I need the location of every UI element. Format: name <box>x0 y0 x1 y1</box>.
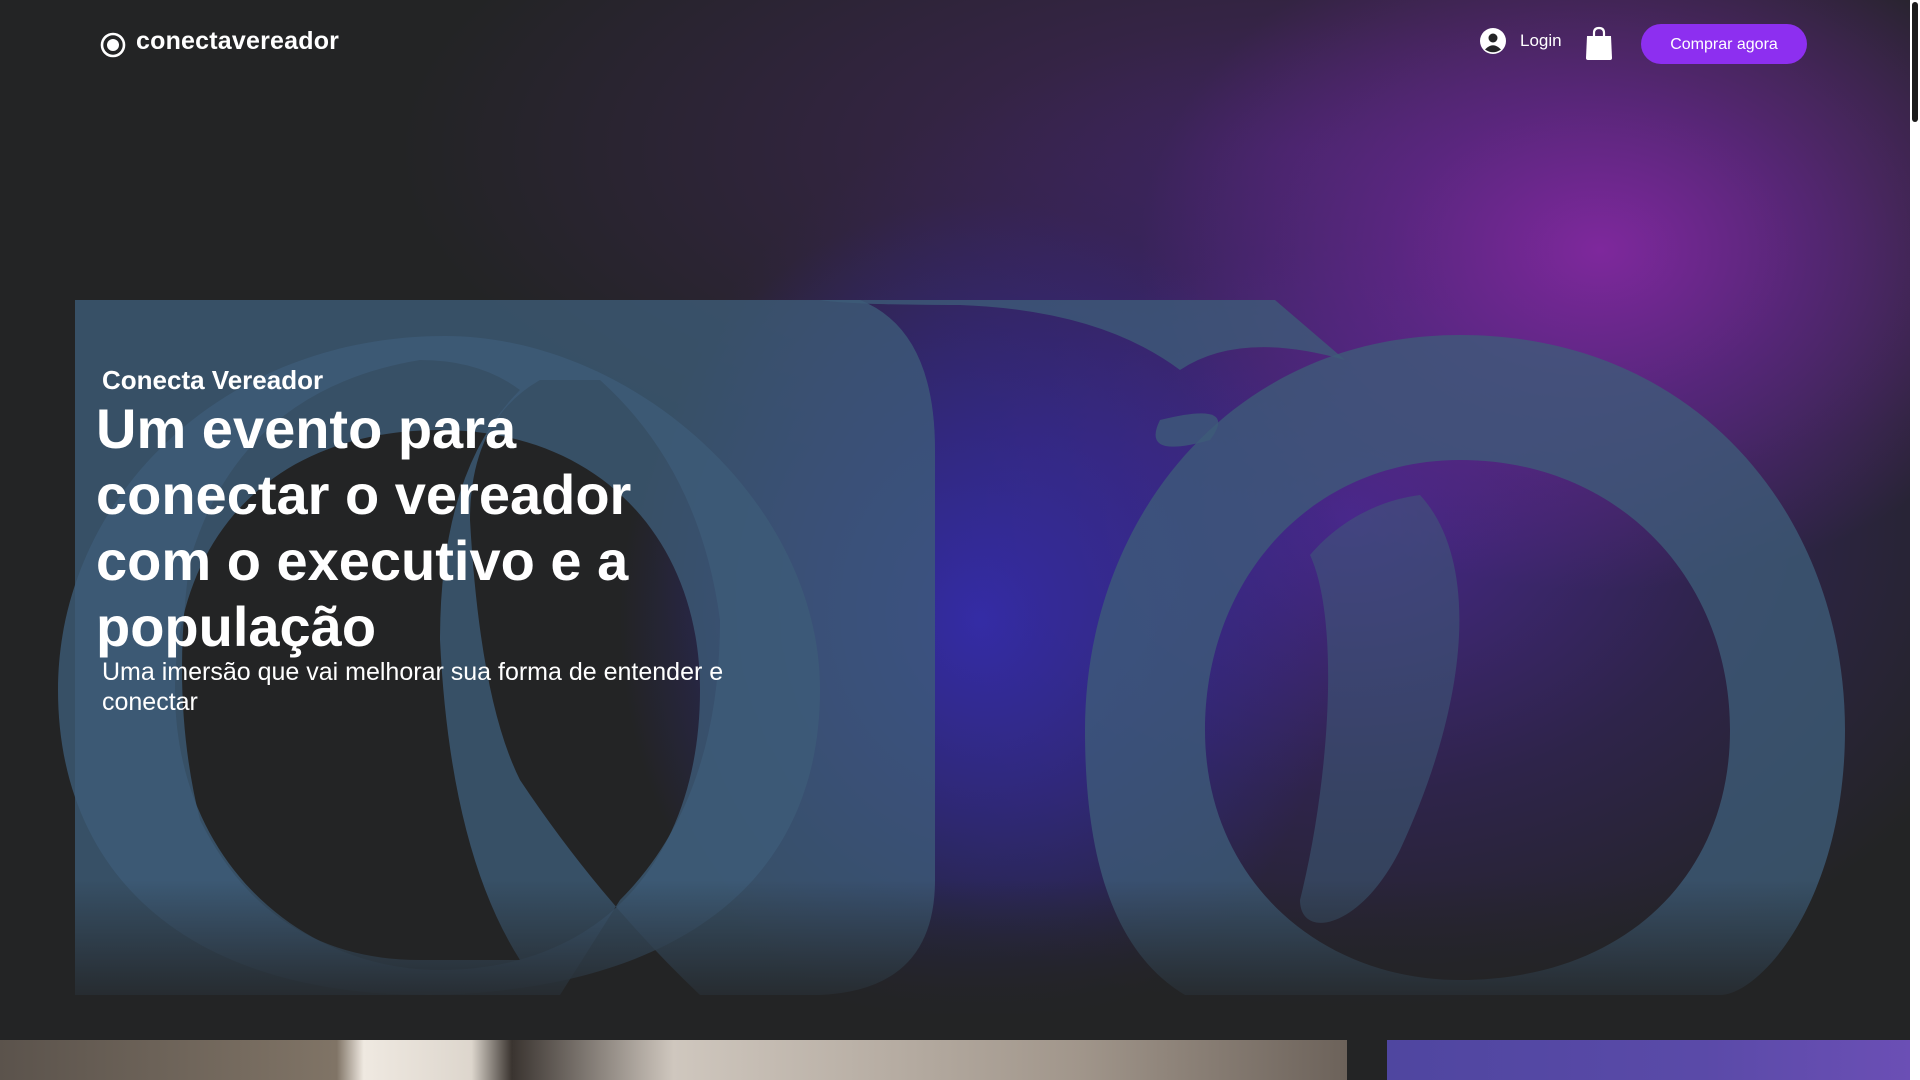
hero-bottom-fade <box>0 880 1910 1020</box>
hero-eyebrow: Conecta Vereador <box>102 365 324 395</box>
brand-name: conectavereador <box>136 26 340 55</box>
page: conectavereador Login Comprar agora Cone… <box>0 0 1910 1080</box>
user-avatar-icon <box>1480 28 1506 54</box>
feature-card <box>1387 1040 1910 1080</box>
radio-dot-icon <box>100 32 126 58</box>
scrollbar-thumb[interactable] <box>1912 2 1918 122</box>
login-label: Login <box>1520 31 1562 50</box>
login-button[interactable]: Login <box>1480 28 1562 54</box>
buy-now-button[interactable]: Comprar agora <box>1641 24 1807 64</box>
site-header: conectavereador Login Comprar agora <box>0 0 1910 90</box>
speaker-photo-card <box>0 1040 1347 1080</box>
shopping-bag-icon[interactable] <box>1585 26 1613 60</box>
brand-logo-link[interactable]: conectavereador <box>100 24 339 58</box>
hero-headline: Um evento para conectar o vereador com o… <box>96 397 632 658</box>
hero-subtitle: Uma imersão que vai melhorar sua forma d… <box>102 658 724 716</box>
page-scrollbar[interactable] <box>1910 0 1920 1080</box>
